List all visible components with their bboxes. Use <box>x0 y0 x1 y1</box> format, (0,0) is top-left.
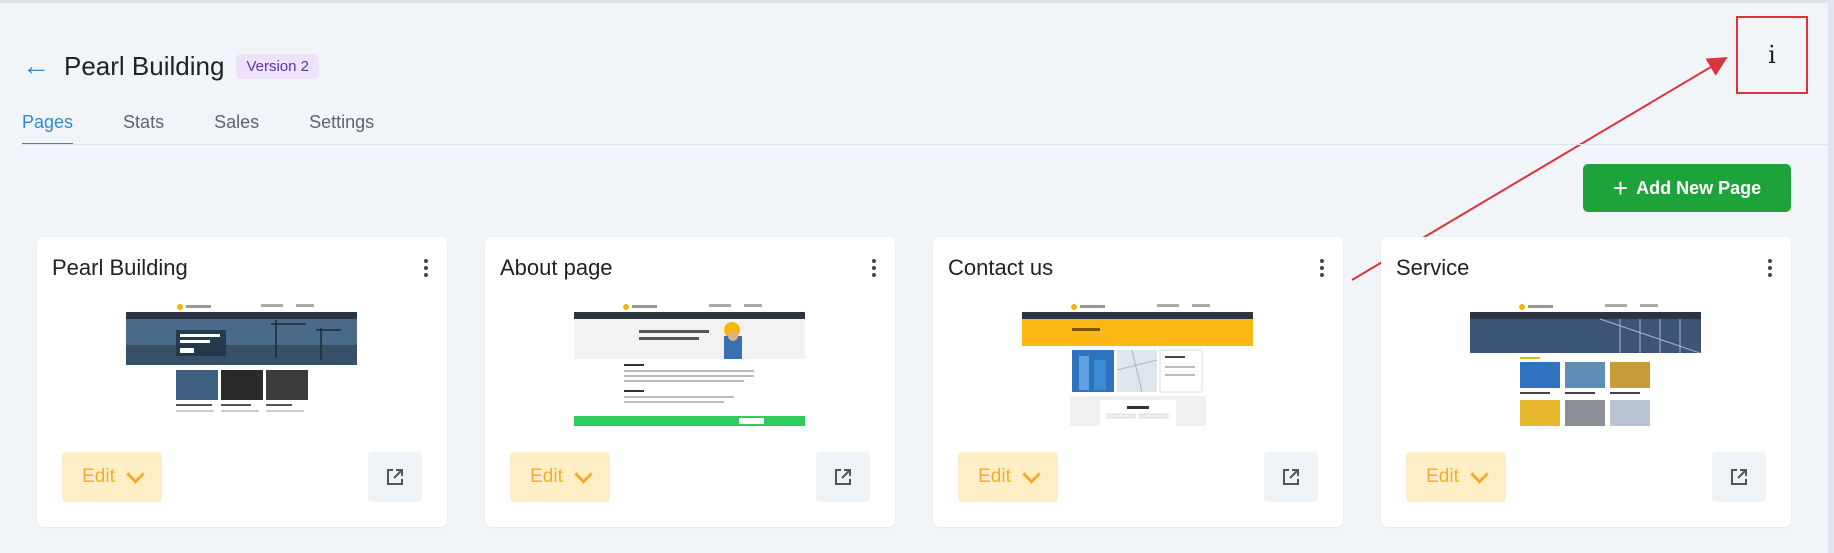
more-options-icon[interactable] <box>423 259 429 277</box>
page-card-service: Service Edit <box>1381 237 1791 527</box>
edit-label: Edit <box>1426 466 1459 487</box>
card-title: Service <box>1396 255 1470 280</box>
top-border <box>0 0 1834 3</box>
more-options-icon[interactable] <box>871 259 877 277</box>
page-card-pearl-building: Pearl Building Edit <box>37 237 447 527</box>
page-thumbnail[interactable] <box>1022 300 1253 426</box>
tab-pages[interactable]: Pages <box>22 112 74 145</box>
scrollbar[interactable] <box>1828 0 1834 553</box>
edit-label: Edit <box>978 466 1011 487</box>
chevron-down-icon <box>1470 464 1489 484</box>
chevron-down-icon <box>1022 464 1041 484</box>
arrow-left-icon[interactable]: ← <box>22 52 50 80</box>
info-button[interactable]: i <box>1736 16 1808 94</box>
add-new-page-label: Add New Page <box>1636 177 1762 198</box>
page-card-contact: Contact us Edit <box>933 237 1343 527</box>
tab-sales[interactable]: Sales <box>214 112 259 145</box>
edit-label: Edit <box>530 466 563 487</box>
page-thumbnail[interactable] <box>1470 300 1701 426</box>
tab-divider <box>22 144 1828 145</box>
external-link-icon <box>835 469 851 485</box>
page-thumbnail[interactable] <box>126 300 357 426</box>
open-external-button[interactable] <box>816 452 870 502</box>
open-external-button[interactable] <box>1264 452 1318 502</box>
edit-button[interactable]: Edit <box>62 452 162 502</box>
edit-button[interactable]: Edit <box>1406 452 1506 502</box>
open-external-button[interactable] <box>1712 452 1766 502</box>
page-card-about: About page Edit <box>485 237 895 527</box>
card-title: Pearl Building <box>52 255 188 280</box>
plus-icon: + <box>1612 173 1629 203</box>
chevron-down-icon <box>574 464 593 484</box>
version-badge: Version 2 <box>236 53 319 79</box>
edit-button[interactable]: Edit <box>510 452 610 502</box>
tab-bar: Pages Stats Sales Settings <box>22 112 424 145</box>
card-title: Contact us <box>948 255 1054 280</box>
page-header: ← Pearl Building Version 2 <box>22 46 319 86</box>
external-link-icon <box>387 469 403 485</box>
card-title: About page <box>500 255 613 280</box>
more-options-icon[interactable] <box>1319 259 1325 277</box>
open-external-button[interactable] <box>368 452 422 502</box>
page-title: Pearl Building <box>64 50 225 81</box>
add-new-page-button[interactable]: + Add New Page <box>1583 164 1791 212</box>
tab-stats[interactable]: Stats <box>123 112 164 145</box>
edit-button[interactable]: Edit <box>958 452 1058 502</box>
page-thumbnail[interactable] <box>574 300 805 426</box>
edit-label: Edit <box>82 466 115 487</box>
more-options-icon[interactable] <box>1767 259 1773 277</box>
external-link-icon <box>1731 469 1747 485</box>
tab-settings[interactable]: Settings <box>309 112 374 145</box>
chevron-down-icon <box>126 464 145 484</box>
external-link-icon <box>1283 469 1299 485</box>
